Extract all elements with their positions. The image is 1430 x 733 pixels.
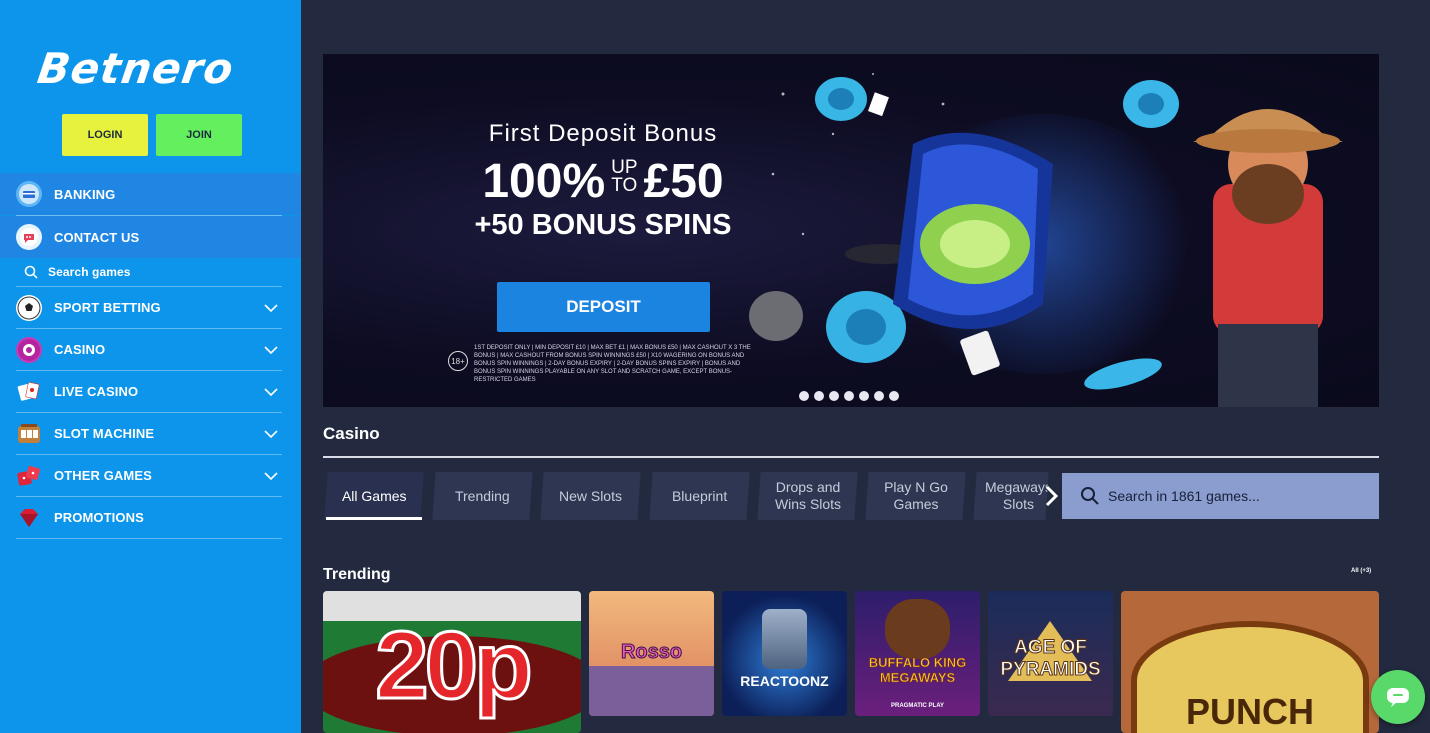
playing-cards-icon [16,379,42,405]
tile-bg [589,666,714,716]
sidebar-item-label: SPORT BETTING [54,300,161,315]
gem-icon [16,505,42,531]
search-games-label: Search games [48,265,131,279]
sidebar: Betnero LOGIN JOIN BANKING CONTACT US Se… [0,0,301,733]
sidebar-search-games[interactable]: Search games [16,258,282,287]
game-search-input[interactable]: Search in 1861 games... [1062,473,1379,519]
chat-bubble-icon [16,224,42,250]
carousel-dot[interactable] [889,391,899,401]
chevron-right-icon[interactable] [1043,484,1061,508]
tab-label: Drops and Wins Slots [774,479,841,512]
sidebar-item-label: OTHER GAMES [54,468,152,483]
sidebar-item-live-casino[interactable]: LIVE CASINO [16,371,282,413]
carousel-dot[interactable] [844,391,854,401]
trending-title: Trending [323,566,391,583]
tab-drops-and-wins[interactable]: Drops and Wins Slots [757,472,858,520]
game-title: REACTOONZ [740,673,829,689]
tab-label: All Games [341,487,407,504]
sidebar-item-slot-machine[interactable]: SLOT MACHINE [16,413,282,455]
sidebar-item-banking[interactable]: BANKING [0,173,301,215]
deposit-button[interactable]: DEPOSIT [497,282,710,332]
sidebar-item-contact[interactable]: CONTACT US [0,216,301,258]
chevron-down-icon[interactable] [264,427,278,441]
chevron-down-icon[interactable] [264,301,278,315]
carousel-dot[interactable] [829,391,839,401]
casino-chip-icon [16,336,42,363]
game-tile-buffalo-king[interactable]: BUFFALO KING MEGAWAYS PRAGMATIC PLAY [855,591,980,716]
soccer-ball-icon [16,294,42,321]
banner-terms: 1ST DEPOSIT ONLY | MIN DEPOSIT £10 | MAX… [474,345,751,383]
carousel-dot[interactable] [814,391,824,401]
slot-machine-icon [16,421,42,447]
sidebar-item-label: CONTACT US [54,229,140,245]
tab-label: Trending [455,487,510,504]
tab-label: Blueprint [671,487,728,504]
age-restriction-badge: 18+ [448,351,468,371]
tab-label: Megaways Slots [985,479,1049,512]
trending-all-link[interactable]: All (+3) [1351,568,1371,574]
chevron-down-icon[interactable] [264,385,278,399]
dice-icon [16,463,42,489]
chevron-down-icon[interactable] [264,343,278,357]
game-tile-rosso[interactable]: Rosso [589,591,714,716]
sidebar-item-label: CASINO [54,342,106,357]
search-icon [24,265,38,279]
tab-label: New Slots [558,487,623,504]
banner-spins: +50 BONUS SPINS [474,209,732,241]
tab-trending[interactable]: Trending [432,472,533,520]
section-divider [323,456,1379,458]
game-title: AGE OF PYRAMIDS [1000,637,1101,681]
tab-blueprint[interactable]: Blueprint [649,472,750,520]
sidebar-item-label: LIVE CASINO [54,384,139,399]
game-tile-reactoonz[interactable]: REACTOONZ [722,591,847,716]
banner-to: TO [611,175,638,196]
game-tile-20p[interactable]: 20p [323,591,581,733]
brand-logo[interactable]: Betnero [34,44,263,93]
chat-icon [1387,688,1409,707]
live-chat-button[interactable] [1371,670,1425,724]
tab-label: Play N Go Games [883,479,948,512]
sidebar-item-casino[interactable]: CASINO [16,329,282,371]
tab-all-games[interactable]: All Games [324,472,424,520]
carousel-dots [799,391,899,401]
game-title: 20p [374,611,534,721]
carousel-dot[interactable] [874,391,884,401]
carousel-dot[interactable] [799,391,809,401]
sidebar-item-label: PROMOTIONS [54,510,144,525]
banner-gbp: £50 [643,155,724,208]
tile-art [762,609,807,669]
game-title: PUNCH [1185,691,1314,732]
login-button[interactable]: LOGIN [62,114,148,156]
promo-banner[interactable]: First Deposit Bonus 100% UP TO £50 +50 BONU… [323,54,1379,407]
banner-percent: 100% [482,155,606,208]
sidebar-item-other-games[interactable]: OTHER GAMES [16,455,282,497]
active-tab-indicator [326,517,422,520]
carousel-dot[interactable] [859,391,869,401]
search-icon [1081,487,1099,505]
game-provider: PRAGMATIC PLAY [890,703,944,709]
brand-logo-text: Betnero [34,44,238,93]
game-tile-age-of-pyramids[interactable]: AGE OF PYRAMIDS [988,591,1113,716]
tile-art [885,599,950,659]
banner-headline: First Deposit Bonus [488,120,718,147]
chevron-down-icon[interactable] [264,469,278,483]
sidebar-item-label: BANKING [54,186,116,202]
tab-new-slots[interactable]: New Slots [540,472,641,520]
sidebar-item-promotions[interactable]: PROMOTIONS [16,497,282,539]
game-title: BUFFALO KING MEGAWAYS [868,655,967,686]
tab-play-n-go[interactable]: Play N Go Games [865,472,966,520]
sidebar-item-label: SLOT MACHINE [54,426,155,441]
search-placeholder: Search in 1861 games... [1108,488,1260,504]
game-title: Rosso [620,641,683,664]
banking-icon [16,181,42,207]
banner-amount: 100% UP TO £50 [323,154,883,209]
join-button[interactable]: JOIN [156,114,242,156]
sidebar-item-sport-betting[interactable]: SPORT BETTING [16,287,282,329]
tab-megaways[interactable]: Megaways Slots [973,472,1049,520]
game-tile-punch[interactable]: PUNCH [1121,591,1379,733]
casino-section-title: Casino [323,424,380,443]
